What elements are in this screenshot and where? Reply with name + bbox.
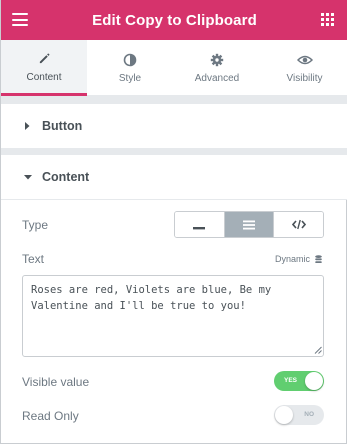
gear-icon	[210, 52, 224, 68]
section-button[interactable]: Button	[1, 104, 347, 149]
tab-content[interactable]: Content	[1, 40, 87, 96]
pencil-icon	[38, 51, 51, 67]
text-label: Text	[22, 252, 45, 266]
tab-advanced[interactable]: Advanced	[173, 40, 261, 96]
section-content[interactable]: Content	[1, 155, 347, 200]
caret-right-icon	[23, 121, 33, 131]
panel-title: Edit Copy to Clipboard	[92, 11, 257, 29]
switch-state-label: NO	[304, 411, 314, 418]
type-option-button[interactable]	[223, 212, 274, 237]
read-only-label: Read Only	[22, 409, 79, 423]
caret-down-icon	[23, 173, 33, 181]
section-label: Button	[42, 119, 83, 133]
visible-value-switch[interactable]: YES	[274, 371, 324, 391]
switch-knob	[305, 372, 323, 390]
menu-lines-icon	[243, 220, 255, 229]
editor-panel: Edit Copy to Clipboard Content Style Adv…	[0, 0, 347, 444]
grid-icon[interactable]	[321, 13, 334, 26]
type-option-button[interactable]	[175, 212, 224, 237]
minus-icon	[193, 226, 206, 229]
tab-style[interactable]: Style	[87, 40, 173, 96]
panel-header: Edit Copy to Clipboard	[1, 0, 347, 40]
panel-tabs: Content Style Advanced Visibility	[1, 40, 347, 96]
hamburger-menu-icon[interactable]	[12, 13, 28, 26]
type-label: Type	[22, 218, 49, 232]
half-circle-icon	[123, 52, 137, 68]
type-choice-group	[174, 211, 324, 238]
dynamic-label: Dynamic	[274, 254, 310, 264]
section-divider	[1, 96, 347, 104]
dynamic-tags-toggle[interactable]: Dynamic	[275, 254, 322, 264]
text-field[interactable]: Roses are red, Violets are blue, Be my V…	[22, 275, 324, 357]
switch-knob	[275, 406, 293, 424]
tab-label: Content	[26, 71, 62, 83]
tab-label: Advanced	[194, 73, 240, 84]
resize-handle-icon[interactable]	[314, 346, 322, 354]
tab-label: Style	[118, 73, 142, 84]
tab-visibility[interactable]: Visibility	[261, 40, 347, 96]
tab-label: Visibility	[286, 73, 323, 84]
visible-value-label: Visible value	[22, 375, 90, 389]
read-only-switch[interactable]: NO	[274, 405, 324, 425]
eye-icon	[296, 52, 313, 68]
type-option-button[interactable]	[273, 212, 323, 237]
code-icon	[291, 219, 306, 230]
switch-state-label: YES	[284, 377, 298, 384]
database-icon	[315, 254, 322, 264]
section-label: Content	[42, 170, 90, 184]
